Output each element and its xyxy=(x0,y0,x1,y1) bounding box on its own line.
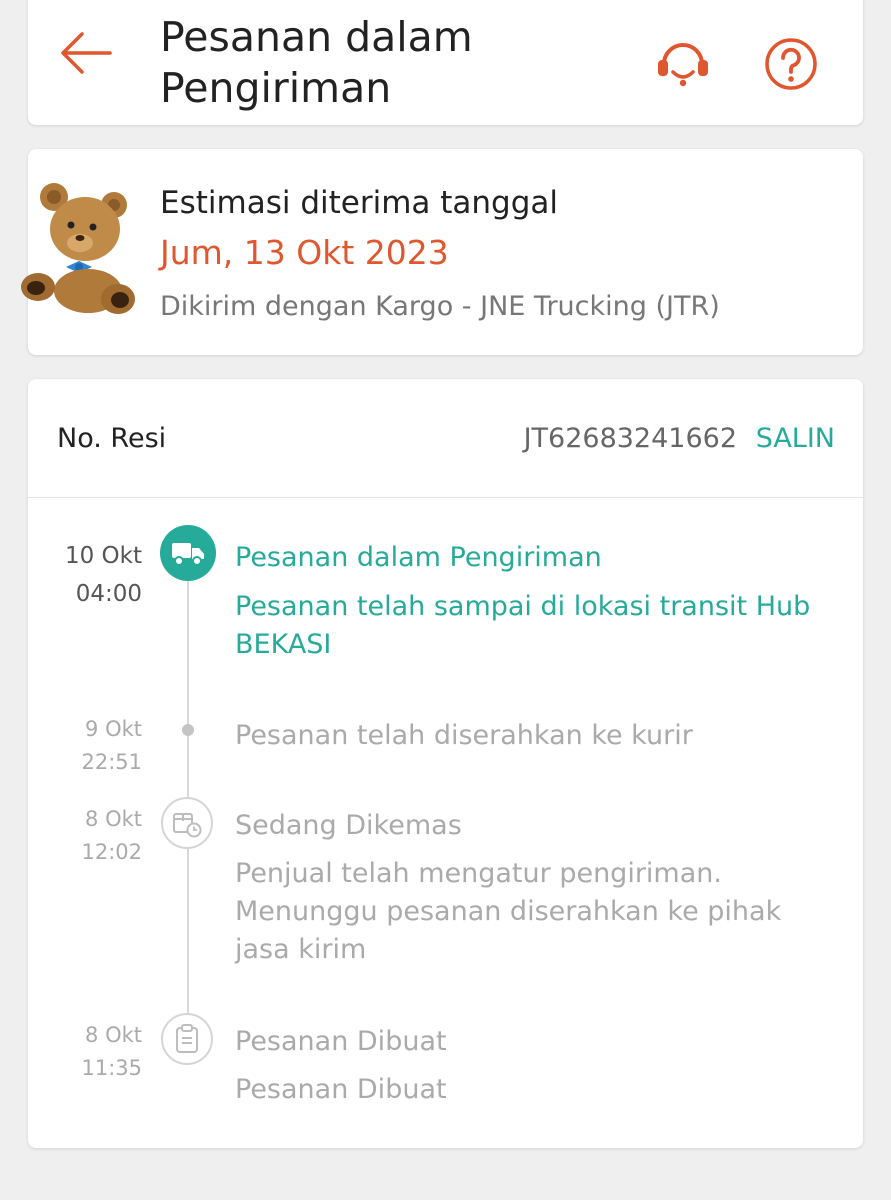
headset-icon xyxy=(658,43,708,87)
event-title: Pesanan telah diserahkan ke kurir xyxy=(235,720,693,751)
event-time: 10 Okt 04:00 xyxy=(64,543,142,607)
customer-support-button[interactable] xyxy=(655,36,711,92)
timeline-line xyxy=(187,565,189,1025)
delivery-estimate-card: Estimasi diterima tanggal Jum, 13 Okt 20… xyxy=(21,149,863,355)
event-icon xyxy=(161,1013,213,1065)
event-icon-active xyxy=(160,525,216,581)
package-clock-icon xyxy=(173,813,202,838)
truck-icon xyxy=(172,543,204,566)
event-description: Pesanan Dibuat xyxy=(235,1074,447,1105)
event-time: 8 Okt 11:35 xyxy=(81,1023,142,1080)
clipboard-icon xyxy=(176,1024,198,1053)
teddy-bear-icon xyxy=(21,183,135,314)
back-button[interactable] xyxy=(58,30,114,76)
tracking-number-row: No. Resi JT62683241662 SALIN xyxy=(28,379,863,498)
estimate-date: Jum, 13 Okt 2023 xyxy=(160,233,449,272)
event-title: Sedang Dikemas xyxy=(235,810,462,841)
page-title: Pesanan dalam Pengiriman xyxy=(160,13,473,112)
event-dot xyxy=(182,724,194,736)
event-time: 8 Okt 12:02 xyxy=(81,807,142,864)
event-description: Penjual telah mengatur pengiriman. Menun… xyxy=(235,858,782,965)
app-header: Pesanan dalam Pengiriman xyxy=(28,0,863,125)
event-description: Pesanan telah sampai di lokasi transit H… xyxy=(235,591,811,660)
courier-info: Dikirim dengan Kargo - JNE Trucking (JTR… xyxy=(160,291,720,322)
arrow-left-icon xyxy=(61,32,112,74)
event-title: Pesanan dalam Pengiriman xyxy=(235,542,602,573)
question-circle-icon xyxy=(765,38,817,90)
estimate-title: Estimasi diterima tanggal xyxy=(160,185,559,221)
copy-tracking-button[interactable]: SALIN xyxy=(756,423,835,454)
tracking-number: JT62683241662 xyxy=(523,423,737,454)
event-title: Pesanan Dibuat xyxy=(235,1026,447,1057)
help-button[interactable] xyxy=(763,36,819,92)
tracking-number-label: No. Resi xyxy=(57,423,167,454)
event-icon xyxy=(161,797,213,849)
event-time: 9 Okt 22:51 xyxy=(81,717,142,774)
tracking-card: No. Resi JT62683241662 SALIN 10 Okt 04:0… xyxy=(28,379,863,1148)
